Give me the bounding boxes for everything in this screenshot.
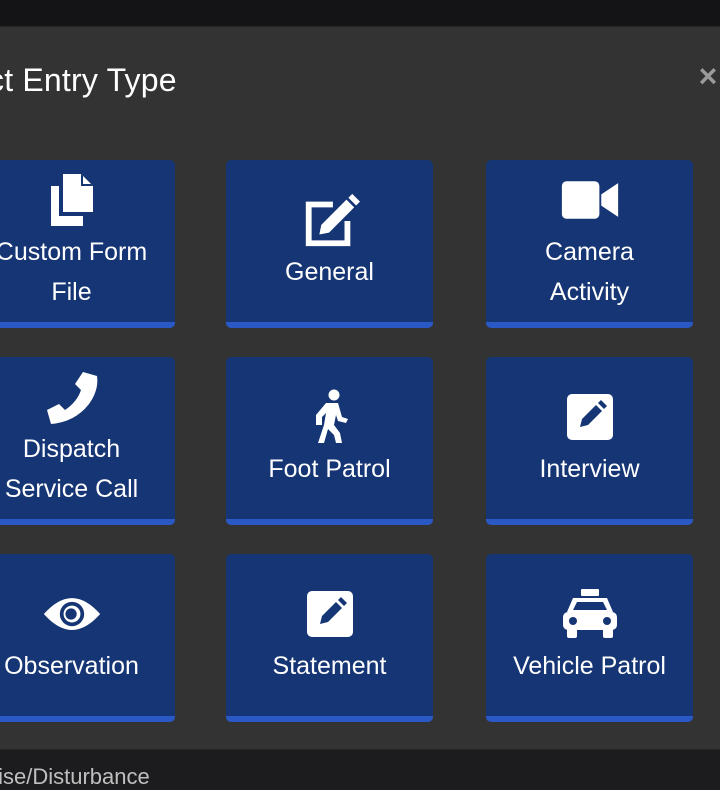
- close-button[interactable]: ×: [693, 60, 720, 92]
- tile-label: Custom Form: [0, 238, 148, 266]
- phone-icon: [42, 367, 102, 427]
- tile-interview[interactable]: Interview: [486, 357, 693, 525]
- walking-person-icon: [300, 387, 360, 447]
- tile-label: Dispatch: [22, 435, 121, 463]
- tile-label: Interview: [539, 455, 640, 483]
- background-list-item: Noise/Disturbance: [0, 764, 150, 789]
- tile-label: Camera: [545, 238, 634, 266]
- tile-label: Service Call: [4, 475, 139, 503]
- tile-dispatch-service-call[interactable]: Dispatch Service Call: [0, 357, 175, 525]
- eye-icon: [42, 584, 102, 644]
- tile-label: Statement: [272, 652, 387, 680]
- top-bar: [0, 0, 720, 26]
- video-camera-icon: [560, 170, 620, 230]
- modal-title: ect Entry Type: [0, 62, 177, 98]
- tile-label: Observation: [4, 652, 139, 680]
- tile-camera-activity[interactable]: Camera Activity: [486, 160, 693, 328]
- edit-icon: [300, 190, 360, 250]
- tile-label: Foot Patrol: [268, 455, 391, 483]
- tile-foot-patrol[interactable]: Foot Patrol: [226, 357, 433, 525]
- tile-general[interactable]: General: [226, 160, 433, 328]
- tile-label: General: [285, 258, 374, 286]
- tile-vehicle-patrol[interactable]: Vehicle Patrol: [486, 554, 693, 722]
- taxi-icon: [560, 584, 620, 644]
- tile-label: Vehicle Patrol: [513, 652, 666, 680]
- tile-observation[interactable]: Observation: [0, 554, 175, 722]
- pencil-square-icon: [300, 584, 360, 644]
- copy-icon: [42, 170, 102, 230]
- tile-label: File: [51, 278, 92, 306]
- pencil-square-icon: [560, 387, 620, 447]
- tile-label: Activity: [549, 278, 630, 306]
- tile-statement[interactable]: Statement: [226, 554, 433, 722]
- tile-custom-form-file[interactable]: Custom Form File: [0, 160, 175, 328]
